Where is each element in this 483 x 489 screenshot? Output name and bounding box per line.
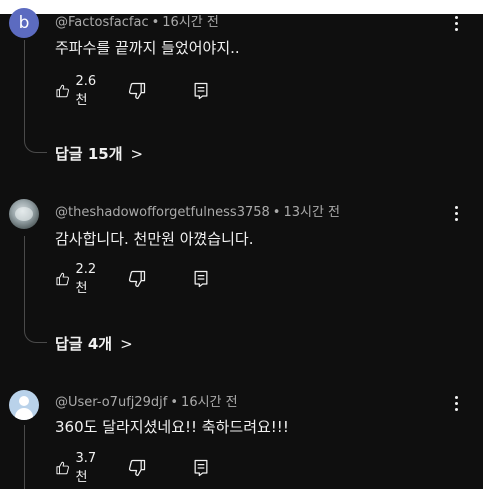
dislike-button[interactable] [127,80,147,102]
comment-text: 주파수를 끝까지 들었어야지.. [55,39,240,57]
reply-button[interactable] [191,268,211,290]
more-vertical-icon [455,28,458,31]
meta-separator: • [151,15,160,30]
more-vertical-icon [455,408,458,411]
default-avatar-icon [15,408,33,420]
comment-text: 360도 달라지셨네요!! 축하드려요!!! [55,418,289,436]
comment-author[interactable]: @User-o7ufj29djf [55,395,167,410]
dislike-button[interactable] [127,268,147,290]
comment-icon [194,270,208,288]
thumbs-up-icon [56,84,69,98]
more-vertical-icon [455,218,458,221]
comment-meta: @theshadowofforgetfulness3758 • 13시간 전 [55,201,340,220]
avatar-letter: b [18,13,30,33]
comment-text: 감사합니다. 천만원 아꼈습니다. [55,230,254,248]
comment-icon [194,459,208,477]
comment-meta: @Factosfacfac • 16시간 전 [55,11,219,30]
thumbs-up-icon [56,461,69,475]
replies-label: 답글 15개 [55,145,123,163]
like-button[interactable]: 2.6천 [55,74,101,108]
like-button[interactable]: 3.7천 [55,451,101,485]
more-options-button[interactable] [451,204,463,224]
more-options-button[interactable] [451,394,463,414]
comment-time[interactable]: 16시간 전 [162,15,219,30]
reply-button[interactable] [191,80,211,102]
chevron-right-icon: > [120,334,133,353]
comment-time[interactable]: 13시간 전 [283,205,340,220]
reply-thread-line [24,330,47,343]
comment-meta: @User-o7ufj29djf • 16시간 전 [55,391,238,410]
more-vertical-icon [455,212,458,215]
like-count: 3.7천 [75,451,97,485]
thumbs-down-icon [128,82,146,100]
replies-label: 답글 4개 [55,335,113,353]
view-replies-button[interactable]: 답글 15개 > [55,143,143,164]
reply-thread-line [24,140,47,153]
reply-thread-line [24,236,25,330]
thumbs-down-icon [128,270,146,288]
meta-separator: • [272,205,281,220]
avatar[interactable]: b [9,8,39,38]
meta-separator: • [170,395,179,410]
avatar[interactable] [9,390,39,420]
chevron-right-icon: > [130,144,144,163]
comment-icon [194,82,208,100]
avatar[interactable] [9,199,39,229]
comment-time[interactable]: 16시간 전 [181,395,238,410]
more-vertical-icon [455,22,458,25]
like-button[interactable]: 2.2천 [55,262,101,296]
more-vertical-icon [455,396,458,399]
more-options-button[interactable] [451,14,463,34]
more-vertical-icon [455,206,458,209]
comment-author[interactable]: @Factosfacfac [55,15,149,30]
more-vertical-icon [455,402,458,405]
like-count: 2.6천 [75,74,97,108]
thumbs-down-icon [128,459,146,477]
view-replies-button[interactable]: 답글 4개 > [55,333,133,354]
reply-thread-line [24,425,25,489]
default-avatar-icon [19,396,29,406]
dislike-button[interactable] [127,457,147,479]
reply-button[interactable] [191,457,211,479]
more-vertical-icon [455,16,458,19]
reply-thread-line [24,40,25,140]
like-count: 2.2천 [75,262,97,296]
comment-author[interactable]: @theshadowofforgetfulness3758 [55,205,270,220]
thumbs-up-icon [56,272,69,286]
